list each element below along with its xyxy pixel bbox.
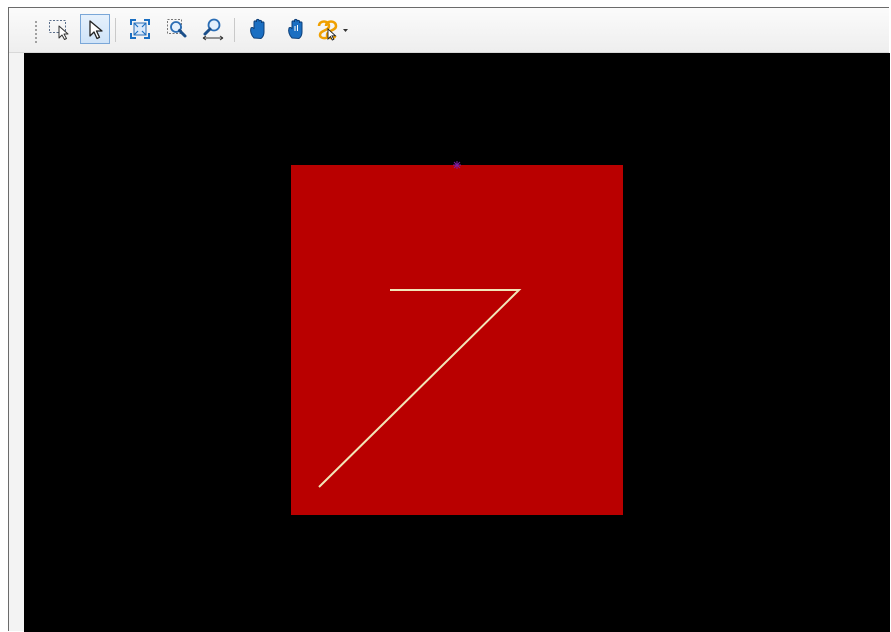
select-region-icon: [49, 20, 69, 40]
select-arrow-button[interactable]: [80, 14, 110, 44]
zoom-extents-icon: [130, 19, 150, 39]
snap-dropdown-button[interactable]: [316, 14, 356, 44]
pan-realtime-icon: [288, 18, 303, 40]
toolbar-grip[interactable]: [34, 20, 38, 44]
red-square-shape[interactable]: [291, 165, 623, 515]
pan-button[interactable]: [244, 14, 274, 44]
toolbar-separator: [115, 18, 116, 42]
snap-dropdown-icon: [317, 20, 348, 41]
pan-icon: [250, 18, 265, 40]
zoom-realtime-icon: [202, 18, 224, 41]
zoom-window-icon: [167, 19, 187, 38]
viewer-window: [8, 7, 890, 632]
select-arrow-icon: [89, 20, 103, 40]
toolbar-separator: [234, 18, 235, 42]
drawing-scene: [291, 161, 623, 515]
drawing-canvas[interactable]: [24, 53, 890, 632]
zoom-realtime-button[interactable]: [198, 14, 228, 44]
zoom-extents-button[interactable]: [125, 14, 155, 44]
pan-realtime-button[interactable]: [281, 14, 311, 44]
select-region-button[interactable]: [45, 14, 75, 44]
zoom-window-button[interactable]: [162, 14, 192, 44]
origin-marker: [453, 161, 461, 169]
toolbar: [9, 8, 889, 53]
